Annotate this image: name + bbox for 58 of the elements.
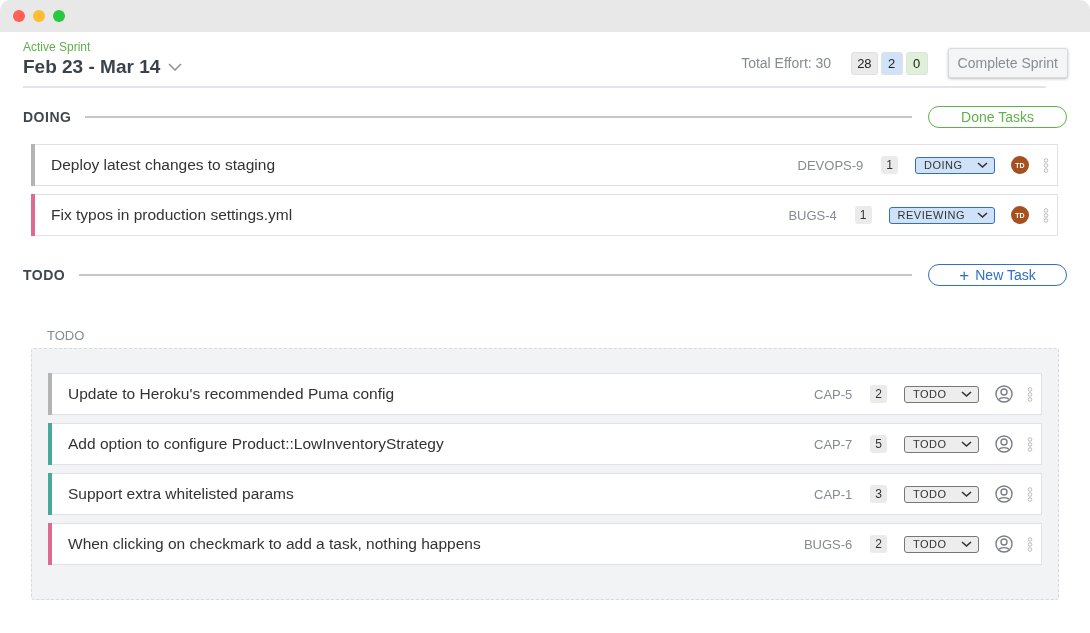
task-row[interactable]: Support extra whitelisted params CAP-1 3 TODO: [48, 473, 1042, 515]
user-icon[interactable]: [995, 435, 1013, 453]
more-options-icon[interactable]: [1027, 486, 1033, 502]
task-row[interactable]: Add option to configure Product::LowInventoryStrategy CAP-7 5 TODO: [48, 423, 1042, 465]
effort-counter: 0: [905, 51, 928, 75]
task-title: Update to Heroku's recommended Puma config: [68, 385, 396, 403]
task-key: BUGS-4: [788, 207, 837, 223]
sprint-dates: Feb 23 - Mar 14: [23, 56, 161, 78]
status-dropdown[interactable]: REVIEWING: [888, 206, 995, 224]
more-options-icon[interactable]: [1027, 386, 1033, 402]
more-options-icon[interactable]: [1027, 436, 1033, 452]
section-title: TODO: [23, 267, 66, 283]
task-title: When clicking on checkmark to add a task, nothing happens: [68, 535, 482, 553]
story-points: 2: [870, 385, 887, 403]
status-dropdown[interactable]: TODO: [904, 435, 979, 453]
new-task-button[interactable]: + New Task: [928, 264, 1067, 286]
more-options-icon[interactable]: [1043, 207, 1049, 223]
section-title: DOING: [23, 109, 72, 125]
user-icon[interactable]: [995, 535, 1013, 553]
more-options-icon[interactable]: [1027, 536, 1033, 552]
status-dropdown[interactable]: TODO: [904, 385, 979, 403]
minimize-window-icon[interactable]: [33, 10, 45, 22]
effort-counter: 2: [880, 51, 903, 75]
story-points: 2: [870, 535, 887, 553]
story-points: 3: [870, 485, 887, 503]
total-effort: Total Effort: 30: [741, 55, 832, 71]
maximize-window-icon[interactable]: [53, 10, 65, 22]
status-dropdown[interactable]: DOING: [915, 156, 995, 174]
effort-counter: 28: [851, 51, 878, 75]
user-icon[interactable]: [995, 385, 1013, 403]
story-points: 1: [881, 156, 898, 174]
story-points: 1: [854, 206, 872, 224]
chevron-down-icon: [961, 440, 972, 448]
task-key: CAP-1: [814, 486, 853, 502]
more-options-icon[interactable]: [1043, 157, 1049, 173]
task-title: Deploy latest changes to staging: [51, 156, 277, 174]
task-title: Fix typos in production settings.yml: [51, 206, 294, 224]
task-row[interactable]: When clicking on checkmark to add a task, nothing happens BUGS-6 2 TODO: [48, 523, 1042, 565]
task-row[interactable]: Update to Heroku's recommended Puma config CAP-5 2 TODO: [48, 373, 1042, 415]
user-icon[interactable]: [995, 485, 1013, 503]
sprint-label: Active Sprint: [23, 40, 92, 54]
chevron-down-icon: [961, 490, 972, 498]
close-window-icon[interactable]: [13, 10, 25, 22]
chevron-down-icon[interactable]: [168, 63, 183, 71]
task-title: Add option to configure Product::LowInventoryStrategy: [68, 435, 445, 453]
task-key: CAP-5: [814, 386, 853, 402]
task-key: BUGS-6: [803, 536, 853, 552]
chevron-down-icon: [977, 211, 988, 219]
chevron-down-icon: [977, 161, 988, 169]
status-dropdown[interactable]: TODO: [904, 535, 979, 553]
story-points: 5: [870, 435, 887, 453]
group-label: TODO: [47, 328, 86, 343]
task-key: DEVOPS-9: [797, 157, 864, 173]
chevron-down-icon: [961, 540, 972, 548]
task-key: CAP-7: [814, 436, 853, 452]
task-title: Support extra whitelisted params: [68, 485, 295, 503]
chevron-down-icon: [961, 390, 972, 398]
status-dropdown[interactable]: TODO: [904, 485, 979, 503]
